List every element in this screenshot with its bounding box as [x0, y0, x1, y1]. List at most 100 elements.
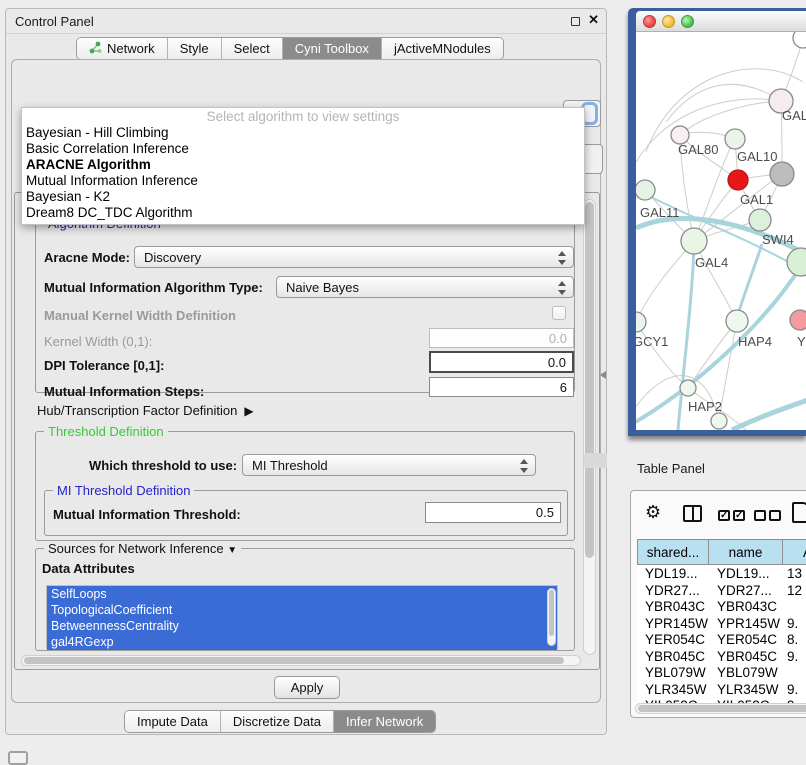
manual-kernel-label: Manual Kernel Width Definition [44, 308, 236, 323]
tab-jactivemnodules[interactable]: jActiveMNodules [382, 38, 503, 59]
list-item[interactable]: TopologicalCoefficient [47, 602, 557, 618]
node-unlabeled[interactable] [711, 413, 727, 429]
kernel-width-input[interactable]: 0.0 [429, 328, 574, 348]
splitter-handle-icon[interactable] [600, 371, 606, 379]
float-window-icon[interactable] [571, 17, 580, 26]
list-item[interactable]: BetweennessCentrality [47, 618, 557, 634]
tab-network[interactable]: Network [77, 38, 168, 59]
node-gal4[interactable] [681, 228, 707, 254]
which-threshold-label: Which threshold to use: [89, 458, 237, 473]
column-header[interactable]: name [709, 539, 783, 565]
node-gray[interactable] [770, 162, 794, 186]
manual-kernel-checkbox[interactable] [552, 306, 566, 320]
mi-threshold-group: MI Threshold Definition Mutual Informati… [44, 490, 568, 536]
select-all-checkbox-icon[interactable]: ✓ [733, 510, 745, 521]
aracne-mode-select[interactable]: Discovery [134, 246, 574, 268]
cyni-algorithm-settings-group: Cyni Algorithm Settings Algorithm Defini… [14, 192, 600, 670]
menu-item[interactable]: Dream8 DC_TDC Algorithm [22, 205, 584, 221]
stepper-arrows-icon [520, 459, 529, 473]
dpi-tolerance-input[interactable]: 0.0 [429, 351, 574, 373]
menu-item[interactable]: Basic Correlation Inference [22, 141, 584, 157]
stepper-arrows-icon [558, 281, 567, 295]
network-window-titlebar [636, 11, 806, 32]
hub-definition-toggle[interactable]: Hub/Transcription Factor Definition ▶ [37, 403, 254, 418]
tab-cyni-toolbox[interactable]: Cyni Toolbox [283, 38, 382, 59]
table-panel-window: ⚙ ✓ ✓ shared... name A YDL19... YDL19...… [630, 490, 806, 718]
tab-discretize-data[interactable]: Discretize Data [221, 711, 334, 732]
menu-item[interactable]: Bayesian - K2 [22, 189, 584, 205]
node-label: GAL [782, 108, 806, 123]
node-label: GAL10 [737, 149, 777, 164]
node-label: GAL80 [678, 142, 718, 157]
menu-item-selected[interactable]: ARACNE Algorithm [22, 157, 584, 173]
collapse-down-icon: ▼ [227, 545, 237, 556]
tab-select[interactable]: Select [222, 38, 283, 59]
node-unlabeled[interactable] [793, 32, 806, 48]
which-threshold-select[interactable]: MI Threshold [242, 454, 536, 476]
table-row[interactable]: YDR27... YDR27... 12 [637, 582, 806, 599]
node-hap4[interactable] [726, 310, 748, 332]
threshold-definition-title: Threshold Definition [44, 424, 168, 439]
collapsed-panel-button[interactable] [8, 751, 28, 765]
table-row[interactable]: YDL19... YDL19... 13 [637, 565, 806, 582]
node-label: GAL4 [695, 255, 728, 270]
select-all-checkbox-icon[interactable]: ✓ [718, 510, 730, 521]
node-gal10[interactable] [725, 129, 745, 149]
control-panel-titlebar: Control Panel ✕ [6, 9, 606, 34]
column-header[interactable]: shared... [637, 539, 709, 565]
new-table-icon[interactable] [792, 502, 806, 523]
tab-infer-network[interactable]: Infer Network [334, 711, 435, 732]
node-hap2[interactable] [680, 380, 696, 396]
node-swi4-neighbor[interactable] [787, 248, 806, 276]
split-columns-icon[interactable] [683, 505, 702, 522]
mi-steps-input[interactable]: 6 [429, 377, 574, 397]
table-row[interactable]: YBL079W YBL079W [637, 664, 806, 681]
network-canvas[interactable]: GAL GAL80 GAL10 GAL1 GAL11 SWI4 GAL4 GCY… [636, 32, 806, 430]
node-gcy1[interactable] [636, 312, 646, 332]
settings-vertical-scrollbar[interactable] [583, 199, 596, 655]
sources-title[interactable]: Sources for Network Inference ▼ [44, 541, 241, 556]
deselect-all-checkbox-icon[interactable] [769, 510, 781, 521]
algorithm-dropdown-popup: Select algorithm to view settings Bayesi… [21, 107, 585, 225]
zoom-traffic-light-icon[interactable] [681, 15, 694, 28]
table-panel-title: Table Panel [637, 461, 705, 476]
control-panel-window: Control Panel ✕ Network Style Se [5, 8, 607, 735]
control-panel-tabbar: Network Style Select Cyni Toolbox jActiv… [76, 37, 504, 60]
node-label: HAP4 [738, 334, 772, 349]
mi-threshold-title: MI Threshold Definition [53, 483, 194, 498]
node-gal1[interactable] [749, 209, 771, 231]
mi-steps-label: Mutual Information Steps: [44, 384, 204, 399]
table-horizontal-scrollbar[interactable] [635, 703, 806, 714]
node-label: SWI4 [762, 232, 794, 247]
table-row[interactable]: YER054C YER054C 8. [637, 631, 806, 648]
data-attributes-list[interactable]: SelfLoops TopologicalCoefficient Between… [46, 585, 558, 649]
node-label: GAL11 [640, 205, 680, 220]
minimize-traffic-light-icon[interactable] [662, 15, 675, 28]
node-red-selected[interactable] [728, 170, 748, 190]
apply-button[interactable]: Apply [274, 676, 340, 699]
close-icon[interactable]: ✕ [588, 12, 599, 28]
node-y-partial[interactable] [790, 310, 806, 330]
tab-style[interactable]: Style [168, 38, 222, 59]
menu-item[interactable]: Mutual Information Inference [22, 173, 584, 189]
kernel-width-label: Kernel Width (0,1): [44, 334, 152, 349]
table-row[interactable]: YPR145W YPR145W 9. [637, 615, 806, 632]
node-gal11[interactable] [636, 180, 655, 200]
gear-icon[interactable]: ⚙ [645, 503, 661, 521]
list-scrollbar[interactable] [547, 588, 556, 646]
column-header[interactable]: A [783, 539, 806, 565]
settings-horizontal-scrollbar[interactable] [21, 655, 581, 666]
table-row[interactable]: YBR045C YBR045C 9. [637, 648, 806, 665]
mi-threshold-input[interactable]: 0.5 [425, 502, 561, 523]
table-row[interactable]: YLR345W YLR345W 9. [637, 681, 806, 698]
close-traffic-light-icon[interactable] [643, 15, 656, 28]
table-row[interactable]: YBR043C YBR043C [637, 598, 806, 615]
mi-type-select[interactable]: Naive Bayes [276, 276, 574, 298]
tab-impute-data[interactable]: Impute Data [125, 711, 221, 732]
splitter-block[interactable] [584, 453, 607, 468]
list-item[interactable]: gal4RGexp [47, 634, 557, 650]
menu-item[interactable]: Bayesian - Hill Climbing [22, 125, 584, 141]
deselect-all-checkbox-icon[interactable] [754, 510, 766, 521]
list-item[interactable]: SelfLoops [47, 586, 557, 602]
network-graph: GAL GAL80 GAL10 GAL1 GAL11 SWI4 GAL4 GCY… [636, 32, 806, 430]
